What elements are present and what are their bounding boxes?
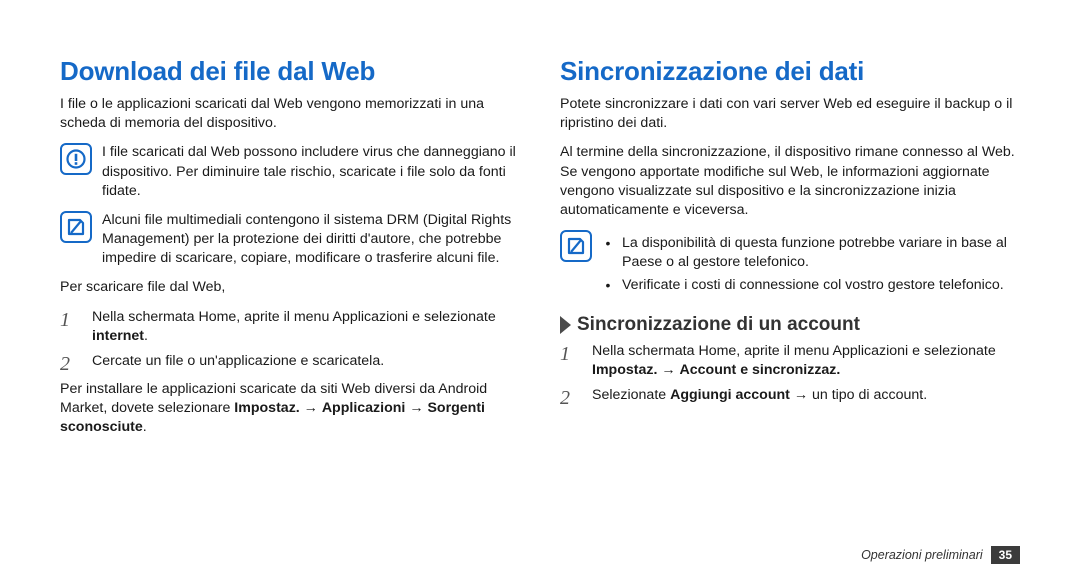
text-fragment: .: [144, 328, 148, 344]
note-text-right: • La disponibilità di questa funzione po…: [602, 230, 1020, 300]
step-number: 1: [60, 308, 82, 346]
subsection-heading: Sincronizzazione di un account: [560, 314, 1020, 336]
text-fragment: Selezionate: [592, 387, 670, 403]
subsection-title: Sincronizzazione di un account: [577, 314, 860, 336]
step-text: Nella schermata Home, aprite il menu App…: [592, 342, 1020, 380]
chevron-right-icon: [560, 316, 571, 334]
bullet-dot-icon: •: [602, 234, 614, 272]
bullet-item: • La disponibilità di questa funzione po…: [602, 234, 1020, 272]
right-step-1: 1 Nella schermata Home, aprite il menu A…: [560, 342, 1020, 380]
warning-text: I file scaricati dal Web possono include…: [102, 143, 520, 201]
bullet-dot-icon: •: [602, 276, 614, 296]
left-heading: Download dei file dal Web: [60, 56, 520, 87]
caution-icon: [60, 143, 92, 175]
step-number: 2: [60, 352, 82, 374]
right-p1: Potete sincronizzare i dati con vari ser…: [560, 95, 1020, 133]
page-footer: Operazioni preliminari 35: [861, 546, 1020, 564]
footer-section-label: Operazioni preliminari: [861, 548, 983, 562]
arrow-sep: →: [300, 400, 322, 416]
right-heading: Sincronizzazione dei dati: [560, 56, 1020, 87]
footer-page-number: 35: [991, 546, 1020, 564]
note-icon: [560, 230, 592, 262]
text-fragment: .: [143, 419, 147, 435]
step-text: Nella schermata Home, aprite il menu App…: [92, 308, 520, 346]
left-step-1: 1 Nella schermata Home, aprite il menu A…: [60, 308, 520, 346]
left-step-2: 2 Cercate un file o un'applicazione e sc…: [60, 352, 520, 374]
arrow-sep: →: [405, 400, 427, 416]
bold-key: internet: [92, 328, 144, 344]
text-fragment: Nella schermata Home, aprite il menu App…: [592, 343, 996, 359]
step-number: 2: [560, 386, 582, 408]
bullet-text: Verificate i costi di connessione col vo…: [622, 276, 1020, 296]
note-block-right: • La disponibilità di questa funzione po…: [560, 230, 1020, 300]
bullet-text: La disponibilità di questa funzione potr…: [622, 234, 1020, 272]
step-text: Cercate un file o un'applicazione e scar…: [92, 352, 520, 374]
bold-key: Aggiungi account: [670, 387, 790, 403]
document-page: Download dei file dal Web I file o le ap…: [0, 0, 1080, 586]
left-tail: Per installare le applicazioni scaricate…: [60, 380, 520, 438]
bullet-item: • Verificate i costi di connessione col …: [602, 276, 1020, 296]
left-column: Download dei file dal Web I file o le ap…: [60, 56, 520, 558]
step-number: 1: [560, 342, 582, 380]
warning-block: I file scaricati dal Web possono include…: [60, 143, 520, 201]
note-text-left: Alcuni file multimediali contengono il s…: [102, 211, 520, 269]
bold-key: Impostaz.: [234, 400, 299, 416]
step-text: Selezionate Aggiungi account → un tipo d…: [592, 386, 1020, 408]
right-p2: Al termine della sincronizzazione, il di…: [560, 143, 1020, 220]
arrow-sep: →: [657, 362, 679, 378]
bold-key: Applicazioni: [322, 400, 406, 416]
right-step-2: 2 Selezionate Aggiungi account → un tipo…: [560, 386, 1020, 408]
text-fragment: → un tipo di account.: [790, 387, 927, 403]
bold-key: Impostaz.: [592, 362, 657, 378]
note-icon: [60, 211, 92, 243]
left-lead: Per scaricare file dal Web,: [60, 278, 520, 297]
bold-key: Account e sincronizzaz.: [680, 362, 841, 378]
text-fragment: Nella schermata Home, aprite il menu App…: [92, 309, 496, 325]
note-block-left: Alcuni file multimediali contengono il s…: [60, 211, 520, 269]
left-intro: I file o le applicazioni scaricati dal W…: [60, 95, 520, 133]
right-column: Sincronizzazione dei dati Potete sincron…: [560, 56, 1020, 558]
